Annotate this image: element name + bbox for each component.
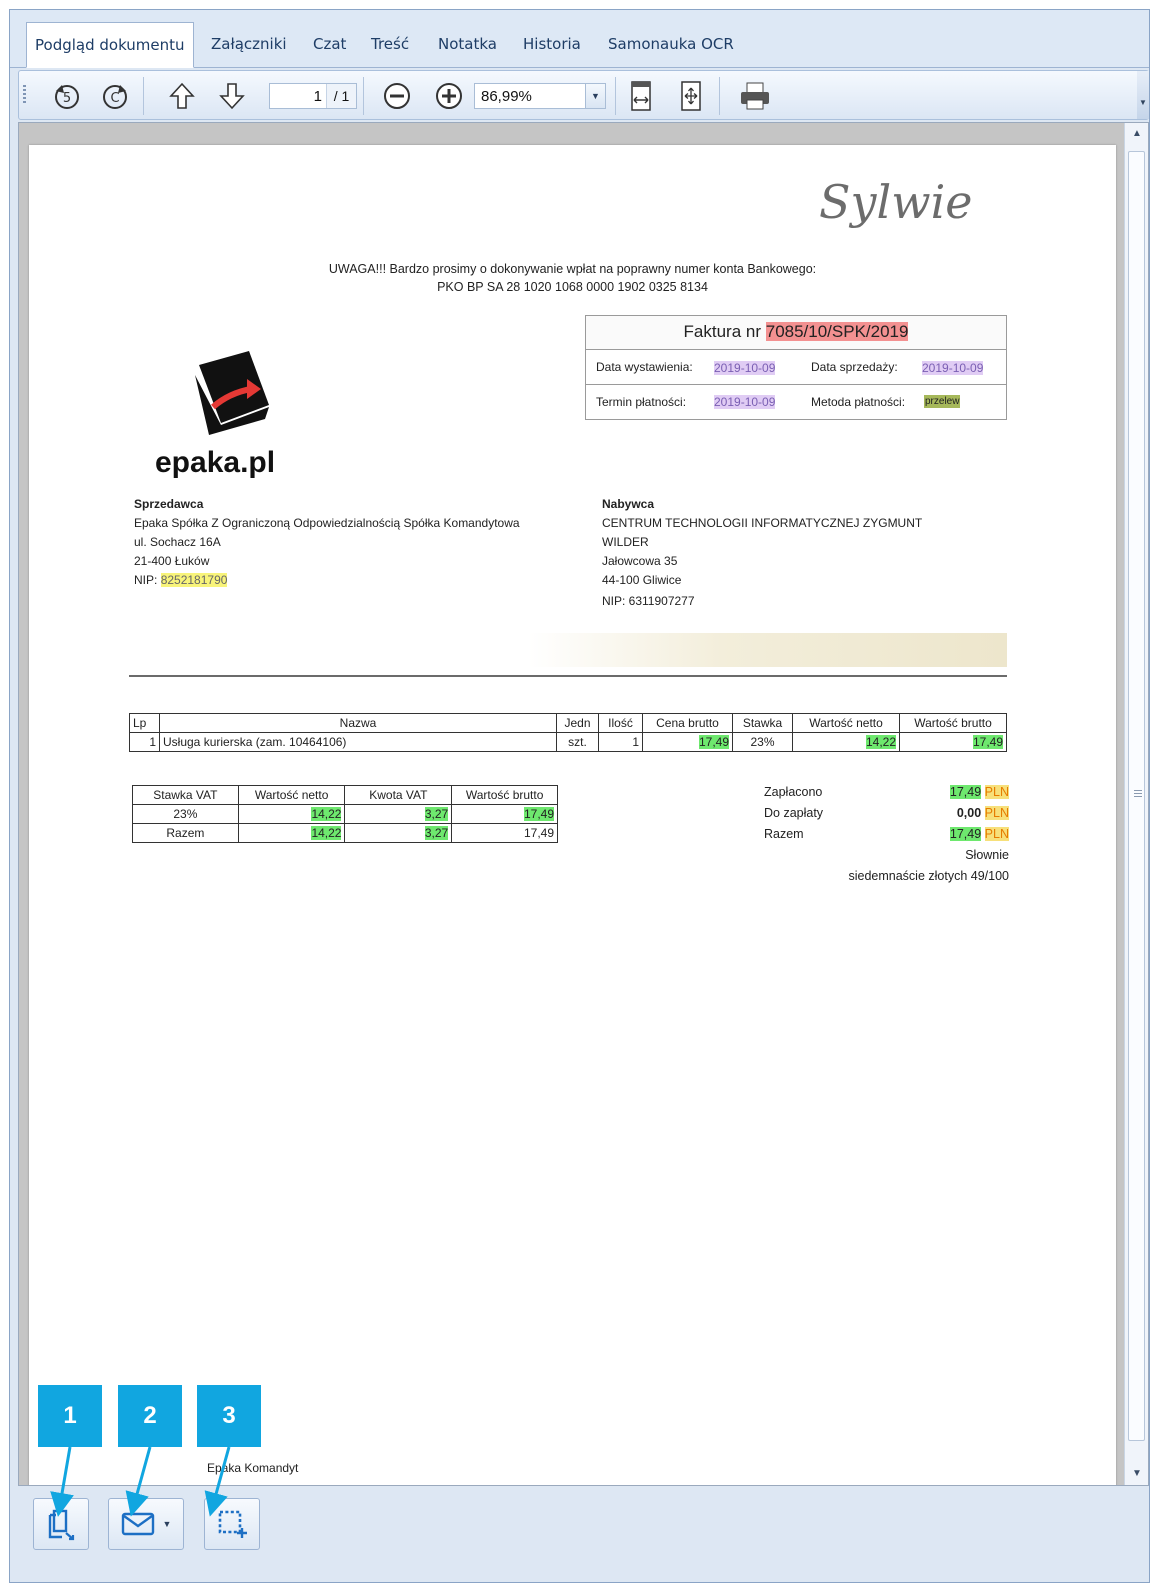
table-row: 23% 14,22 3,27 17,49 xyxy=(132,804,558,824)
seller-block: Sprzedawca Epaka Spółka Z Ograniczoną Od… xyxy=(134,497,520,587)
bottom-toolbar: ▼ xyxy=(18,1488,1149,1580)
callout-marker-1: 1 xyxy=(38,1385,102,1447)
chevron-down-icon[interactable]: ▼ xyxy=(585,84,605,108)
total-amount: 17,49 xyxy=(949,827,982,841)
toolbar-grip[interactable] xyxy=(23,85,26,105)
table-row: Razem 14,22 3,27 17,49 xyxy=(132,823,558,843)
items-table: Lp Nazwa Jedn Ilość Cena brutto Stawka W… xyxy=(129,713,1007,752)
paid-amount: 17,49 xyxy=(949,785,982,799)
document-page: Sylwie UWAGA!!! Bardzo prosimy o dokonyw… xyxy=(29,145,1116,1485)
select-region-button[interactable] xyxy=(204,1498,260,1550)
buyer-block: Nabywca CENTRUM TECHNOLOGII INFORMATYCZN… xyxy=(602,497,923,608)
fit-width-icon[interactable] xyxy=(623,78,659,114)
vat-table: Stawka VAT Wartość netto Kwota VAT Warto… xyxy=(132,785,558,843)
bank-notice-line1: UWAGA!!! Bardzo prosimy o dokonywanie wp… xyxy=(328,262,817,276)
items-header-row: Lp Nazwa Jedn Ilość Cena brutto Stawka W… xyxy=(129,713,1007,733)
scroll-down-icon[interactable]: ▼ xyxy=(1125,1463,1148,1485)
callout-marker-2: 2 xyxy=(118,1385,182,1447)
split-document-button[interactable] xyxy=(33,1498,89,1550)
bank-notice: UWAGA!!! Bardzo prosimy o dokonywanie wp… xyxy=(29,260,1116,296)
footer-text: Epaka Komandyt xyxy=(207,1461,299,1475)
invoice-info-box: Faktura nr 7085/10/SPK/2019 Data wystawi… xyxy=(585,315,1007,420)
due-date: 2019-10-09 xyxy=(714,395,776,409)
callout-marker-3: 3 xyxy=(197,1385,261,1447)
separator-rule xyxy=(129,675,1007,677)
page-total: / 1 xyxy=(326,84,356,108)
tab-chat[interactable]: Czat xyxy=(305,22,354,68)
split-document-icon xyxy=(48,1509,75,1541)
svg-text:5: 5 xyxy=(63,91,71,106)
rotate-right-icon[interactable]: C xyxy=(97,78,133,114)
tab-attachments[interactable]: Załączniki xyxy=(203,22,295,68)
tab-content[interactable]: Treść xyxy=(363,22,417,68)
logo-text: epaka.pl xyxy=(155,446,276,479)
chevron-down-icon[interactable]: ▼ xyxy=(163,1519,172,1529)
invoice-number: 7085/10/SPK/2019 xyxy=(765,322,909,341)
page-current: 1 xyxy=(313,88,322,105)
tab-document-preview[interactable]: Podgląd dokumentu xyxy=(26,22,194,68)
toolbar-overflow-icon[interactable]: ▼ xyxy=(1137,71,1149,119)
document-window: Podgląd dokumentu Załączniki Czat Treść … xyxy=(9,9,1150,1583)
tab-bar: Podgląd dokumentu Załączniki Czat Treść … xyxy=(10,10,1149,68)
page-number-field[interactable]: 1 / 1 xyxy=(269,83,357,109)
payment-method: przelew xyxy=(924,395,961,408)
fit-page-icon[interactable] xyxy=(673,78,709,114)
zoom-value: 86,99% xyxy=(481,88,532,105)
email-icon xyxy=(121,1512,154,1536)
arrow-down-icon[interactable] xyxy=(214,78,250,114)
send-email-button[interactable]: ▼ xyxy=(108,1498,184,1550)
tab-note[interactable]: Notatka xyxy=(430,22,505,68)
arrow-up-icon[interactable] xyxy=(164,78,200,114)
print-icon[interactable] xyxy=(737,78,773,114)
scrollbar-thumb[interactable] xyxy=(1128,151,1145,1441)
invoice-title: Faktura nr 7085/10/SPK/2019 xyxy=(586,316,1006,350)
table-row: 1 Usługa kurierska (zam. 10464106) szt. … xyxy=(129,732,1007,752)
due-amount: 0,00 xyxy=(956,806,982,820)
zoom-in-icon[interactable] xyxy=(431,78,467,114)
bank-account-number: PKO BP SA 28 1020 1068 0000 1902 0325 81… xyxy=(437,280,708,294)
amount-in-words: siedemnaście złotych 49/100 xyxy=(848,869,1009,883)
svg-text:C: C xyxy=(110,91,119,106)
seller-nip: 8252181790 xyxy=(160,573,228,587)
payment-summary: Zapłacono 17,49 PLN Do zapłaty 0,00 PLN … xyxy=(764,782,1009,887)
document-viewer[interactable]: Sylwie UWAGA!!! Bardzo prosimy o dokonyw… xyxy=(18,122,1149,1486)
vat-header-row: Stawka VAT Wartość netto Kwota VAT Warto… xyxy=(132,785,558,805)
scroll-up-icon[interactable]: ▲ xyxy=(1125,123,1148,145)
issue-date: 2019-10-09 xyxy=(714,361,776,375)
tab-ocr-learning[interactable]: Samonauka OCR xyxy=(600,22,742,68)
zoom-select[interactable]: 86,99% ▼ xyxy=(474,83,606,109)
company-logo: epaka.pl xyxy=(155,345,299,479)
viewer-toolbar: 5 C 1 / 1 86,99% ▼ ▼ xyxy=(18,70,1149,120)
rotate-left-icon[interactable]: 5 xyxy=(49,78,85,114)
sale-date: 2019-10-09 xyxy=(922,361,984,375)
tab-history[interactable]: Historia xyxy=(515,22,589,68)
vertical-scrollbar[interactable]: ▲ ▼ xyxy=(1124,123,1148,1485)
handwritten-signature: Sylwie xyxy=(819,175,973,229)
select-region-icon xyxy=(218,1510,247,1538)
zoom-out-icon[interactable] xyxy=(379,78,415,114)
